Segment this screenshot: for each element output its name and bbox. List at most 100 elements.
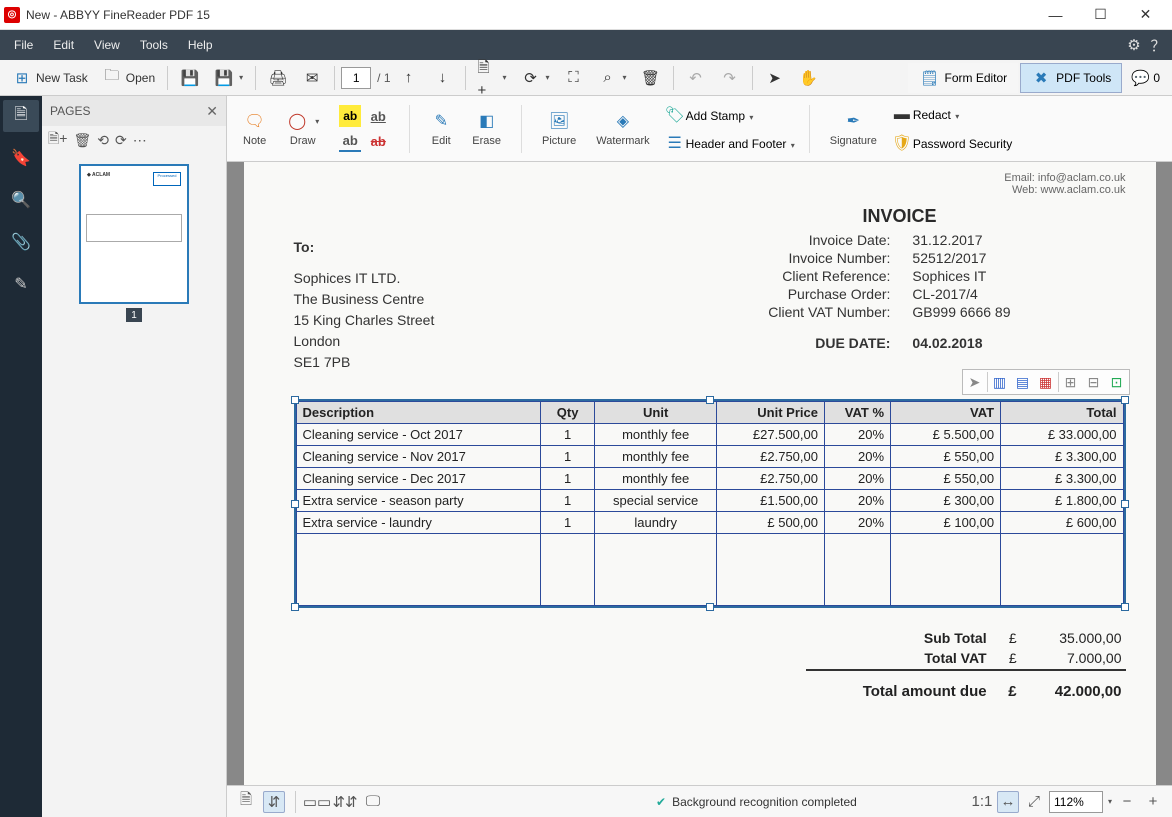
minimize-button[interactable]: — — [1033, 0, 1078, 30]
view-continuous-icon[interactable]: ⇵ — [263, 791, 285, 813]
page-thumbnail-1[interactable]: ◆ ACLAM Processed — [79, 164, 189, 304]
edit-icon[interactable]: ✎ — [430, 110, 452, 132]
underline-icon[interactable]: ab — [367, 105, 389, 127]
maximize-button[interactable]: ☐ — [1078, 0, 1123, 30]
comments-button[interactable]: 💬 0 — [1124, 64, 1166, 92]
help-icon[interactable]: ？ — [1148, 35, 1168, 55]
pages-tab-icon[interactable]: 🗎 — [3, 100, 39, 132]
page-down-button[interactable]: ↓ — [427, 64, 459, 92]
menu-tools[interactable]: Tools — [130, 32, 178, 58]
picture-icon[interactable]: 🖼 — [548, 110, 570, 132]
delete-page-icon[interactable]: 🗑 — [73, 132, 91, 149]
search-tab-icon[interactable]: 🔍 — [3, 184, 39, 216]
selection-handle[interactable] — [1121, 396, 1129, 404]
pages-panel-close-icon[interactable]: ✕ — [206, 103, 218, 120]
recognize-button[interactable]: ⌕▾ — [592, 64, 633, 92]
signatures-tab-icon[interactable]: ✎ — [3, 268, 39, 300]
strikeout-icon[interactable]: ab — [367, 130, 389, 152]
merge-cells-icon[interactable]: ⊞ — [1060, 371, 1082, 393]
new-task-button[interactable]: ⊞ New Task — [6, 64, 94, 92]
fit-page-icon[interactable]: ⤢ — [1023, 791, 1045, 813]
zoom-dropdown-icon[interactable]: ▾ — [1108, 797, 1112, 806]
table-analyze-icon[interactable]: ⊡ — [1106, 371, 1128, 393]
rotate-left-icon[interactable]: ⟲ — [97, 132, 109, 149]
crop-button[interactable]: ⛶ — [558, 64, 590, 92]
separator — [673, 66, 674, 90]
selection-handle[interactable] — [291, 603, 299, 611]
watermark-icon[interactable]: ◈ — [612, 110, 634, 132]
draw-icon[interactable]: ◯ — [286, 110, 308, 132]
selection-handle[interactable] — [291, 396, 299, 404]
pointer-button[interactable]: ➤ — [759, 64, 791, 92]
save-as-button[interactable]: 💾▾ — [208, 64, 249, 92]
menu-file[interactable]: File — [4, 32, 43, 58]
print-button[interactable]: 🖨 — [262, 64, 294, 92]
menu-view[interactable]: View — [84, 32, 130, 58]
menu-edit[interactable]: Edit — [43, 32, 84, 58]
view-two-continuous-icon[interactable]: ⇵⇵ — [334, 791, 356, 813]
page-up-button[interactable]: ↑ — [393, 64, 425, 92]
table-row: Cleaning service - Nov 20171monthly fee£… — [296, 446, 1123, 468]
rotate-right-icon[interactable]: ⟳ — [115, 132, 127, 149]
note-icon[interactable]: 🗨 — [244, 110, 266, 132]
pdf-tools-button[interactable]: ✖ PDF Tools — [1020, 63, 1122, 93]
selection-handle[interactable] — [706, 396, 714, 404]
page-number-input[interactable] — [341, 67, 371, 89]
separator — [409, 105, 410, 153]
view-single-page-icon[interactable]: 🗎 — [235, 791, 257, 813]
side-rail: 🗎 🔖 🔍 📎 ✎ — [0, 96, 42, 817]
header-footer-button[interactable]: ☰Header and Footer ▾ — [664, 132, 795, 154]
due-label: DUE DATE: — [614, 321, 909, 352]
pointer-icon[interactable]: ➤ — [964, 371, 986, 393]
table-row: Cleaning service - Dec 20171monthly fee£… — [296, 468, 1123, 490]
password-security-button[interactable]: 🛡Password Security — [891, 132, 1012, 154]
document-viewer[interactable]: Email: info@aclam.co.uk Web: www.aclam.c… — [227, 162, 1172, 785]
selection-handle[interactable] — [291, 500, 299, 508]
view-presentation-icon[interactable]: 🖵 — [362, 791, 384, 813]
close-button[interactable]: ✕ — [1123, 0, 1168, 30]
bookmarks-tab-icon[interactable]: 🔖 — [3, 142, 39, 174]
add-page-icon[interactable]: 🗎+ — [48, 128, 67, 152]
save-button[interactable]: 💾 — [174, 64, 206, 92]
fit-width-icon[interactable]: ↔ — [997, 791, 1019, 813]
pages-panel-title: PAGES — [50, 104, 90, 118]
open-button[interactable]: 🗀 Open — [96, 64, 161, 92]
doc-invoice-title: INVOICE — [294, 206, 1126, 227]
email-button[interactable]: ✉ — [296, 64, 328, 92]
attachments-tab-icon[interactable]: 📎 — [3, 226, 39, 258]
table-column-icon[interactable]: ▥ — [989, 371, 1011, 393]
zoom-in-icon[interactable]: + — [1142, 791, 1164, 813]
one-to-one-icon[interactable]: 1:1 — [971, 791, 993, 813]
totalvat-value: 7.000,00 — [1021, 648, 1126, 668]
undo-button[interactable]: ↶ — [680, 64, 712, 92]
menu-help[interactable]: Help — [178, 32, 223, 58]
redact-button[interactable]: ▬Redact ▾ — [891, 104, 1012, 126]
document-page[interactable]: Email: info@aclam.co.uk Web: www.aclam.c… — [244, 162, 1156, 785]
selection-handle[interactable] — [1121, 500, 1129, 508]
draw-label: Draw — [290, 135, 316, 147]
add-page-button[interactable]: 🗎+▾ — [472, 64, 513, 92]
table-selection[interactable]: Description Qty Unit Unit Price VAT % VA… — [294, 399, 1126, 608]
insert-text-icon[interactable]: ab — [339, 130, 361, 152]
table-row-empty — [296, 534, 1123, 606]
form-editor-button[interactable]: 🗒 Form Editor — [908, 63, 1018, 93]
erase-icon[interactable]: ◧ — [476, 110, 498, 132]
redo-button[interactable]: ↷ — [714, 64, 746, 92]
delete-page-button[interactable]: 🗑 — [635, 64, 667, 92]
zoom-input[interactable] — [1049, 791, 1103, 813]
settings-icon[interactable]: ⚙ — [1124, 35, 1144, 55]
highlight-icon[interactable]: ab — [339, 105, 361, 127]
table-delete-icon[interactable]: ▦ — [1035, 371, 1057, 393]
split-cells-icon[interactable]: ⊟ — [1083, 371, 1105, 393]
more-icon[interactable]: ⋯ — [133, 132, 147, 149]
signature-icon[interactable]: ✒ — [842, 110, 864, 132]
table-row-icon[interactable]: ▤ — [1012, 371, 1034, 393]
hand-button[interactable]: ✋ — [793, 64, 825, 92]
zoom-out-icon[interactable]: − — [1116, 791, 1138, 813]
add-stamp-button[interactable]: 🏷Add Stamp ▾ — [664, 104, 795, 126]
selection-handle[interactable] — [706, 603, 714, 611]
separator — [255, 66, 256, 90]
rotate-button[interactable]: ⟳▾ — [515, 64, 556, 92]
selection-handle[interactable] — [1121, 603, 1129, 611]
view-two-page-icon[interactable]: ▭▭ — [306, 791, 328, 813]
